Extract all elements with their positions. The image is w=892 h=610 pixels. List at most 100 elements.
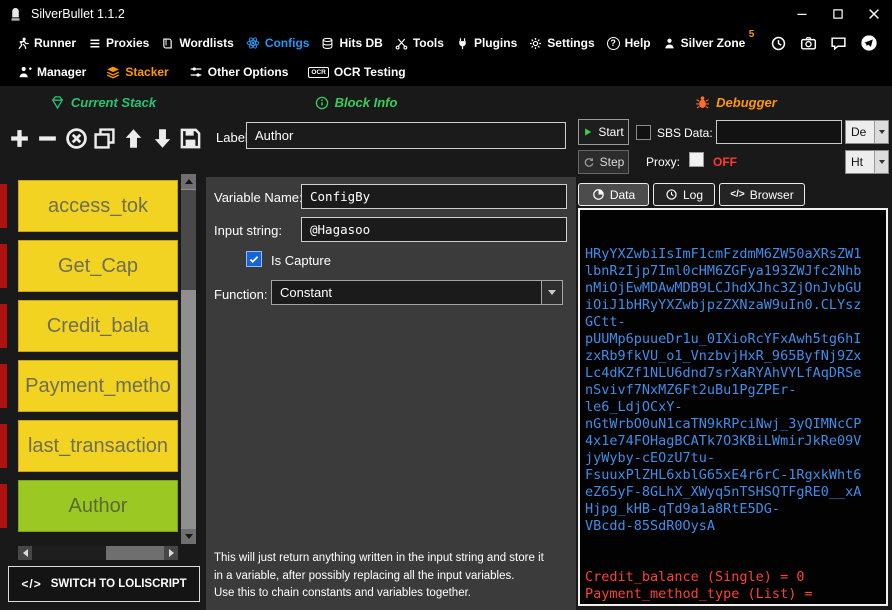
variable-name-input[interactable]	[301, 184, 567, 209]
menu-item-label: Runner	[34, 36, 76, 50]
menu-item-proxies[interactable]: Proxies	[82, 28, 155, 58]
stack-block[interactable]: Get_Cap	[18, 240, 178, 292]
block-indicator	[0, 484, 7, 528]
minus-icon	[36, 127, 59, 150]
menu-item-wordlists[interactable]: Wordlists	[155, 28, 239, 58]
menu-icon-cluster	[765, 30, 882, 56]
menu-item-label: Hits DB	[339, 36, 382, 50]
user-icon	[663, 37, 676, 50]
menu-item-configs[interactable]: Configs	[240, 28, 316, 58]
save-config-button[interactable]	[178, 122, 204, 154]
close-button[interactable]	[856, 0, 892, 28]
input-string-input[interactable]	[301, 217, 567, 242]
switch-button-label: SWITCH TO LOLISCRIPT	[51, 578, 187, 590]
debugger-tab-data[interactable]: Data	[578, 183, 649, 206]
scroll-right-button[interactable]	[164, 546, 178, 560]
is-capture-checkbox[interactable]	[246, 251, 262, 267]
proxy-type-select[interactable]: Ht	[845, 150, 889, 174]
block-label: last_transaction	[28, 435, 168, 458]
label-input[interactable]	[246, 122, 566, 149]
start-button[interactable]: Start	[578, 119, 629, 145]
tab-label: Data	[610, 188, 635, 202]
code-icon: </>	[21, 577, 41, 591]
vertical-scroll-thumb[interactable]	[181, 190, 196, 290]
block-info-header: Block Info	[206, 95, 506, 110]
clock-history-icon	[665, 188, 678, 201]
clone-block-button[interactable]	[92, 122, 118, 154]
stack-vertical-scrollbar[interactable]	[181, 174, 196, 544]
save-icon	[179, 127, 202, 150]
tab-label: Other Options	[208, 65, 289, 79]
bug-icon	[695, 95, 710, 110]
step-label: Step	[600, 155, 625, 169]
tab-ocr-testing[interactable]: OCR OCR Testing	[300, 58, 413, 86]
tab-other-options[interactable]: Other Options	[181, 58, 297, 86]
menu-item-hits-db[interactable]: Hits DB	[315, 28, 388, 58]
proxy-checkbox[interactable]	[689, 152, 704, 167]
menu-item-plugins[interactable]: Plugins	[450, 28, 523, 58]
add-block-button[interactable]	[6, 122, 32, 154]
stack-block[interactable]: access_tok	[18, 180, 178, 232]
block-label: Credit_bala	[47, 315, 149, 338]
maximize-button[interactable]	[820, 0, 856, 28]
debug-data-input[interactable]	[716, 120, 842, 144]
stack-block[interactable]: Credit_bala	[18, 300, 178, 352]
tab-manager[interactable]: Manager	[10, 58, 94, 86]
start-label: Start	[598, 125, 623, 139]
move-up-button[interactable]	[121, 122, 147, 154]
history-icon	[770, 35, 787, 52]
wordlist-type-select[interactable]: De	[845, 120, 889, 144]
chat-button[interactable]	[825, 30, 852, 56]
move-down-button[interactable]	[149, 122, 175, 154]
history-button[interactable]	[765, 30, 792, 56]
menu-item-help[interactable]: ? Help	[601, 28, 657, 58]
block-info-title: Block Info	[335, 95, 398, 110]
menu-item-label: Plugins	[474, 36, 517, 50]
function-caption: Function:	[214, 287, 267, 302]
menu-item-settings[interactable]: Settings	[523, 28, 600, 58]
menu-item-tools[interactable]: Tools	[389, 28, 450, 58]
proxy-status-badge: OFF	[713, 155, 737, 169]
data-caption: Data:	[684, 126, 713, 140]
menu-item-label: Wordlists	[179, 36, 233, 50]
scroll-up-button[interactable]	[181, 174, 196, 189]
step-button[interactable]: Step	[578, 150, 629, 174]
copy-icon	[93, 127, 116, 150]
sbs-checkbox[interactable]	[636, 125, 651, 140]
current-stack-header: Current Stack	[0, 95, 206, 110]
configs-atom-icon	[246, 36, 260, 50]
horizontal-scroll-thumb[interactable]	[32, 546, 106, 560]
screenshot-button[interactable]	[795, 30, 822, 56]
stack-horizontal-scrollbar[interactable]	[18, 546, 178, 560]
disable-block-button[interactable]	[63, 122, 89, 154]
database-icon	[321, 37, 334, 50]
menu-item-silver-zone[interactable]: Silver Zone 5	[657, 28, 752, 58]
triangle-down-icon	[185, 534, 193, 539]
camera-icon	[800, 35, 817, 52]
switch-to-loliscript-button[interactable]: </> SWITCH TO LOLISCRIPT	[8, 566, 200, 602]
app-window: SilverBullet 1.1.2 Runner Proxies Wordli…	[0, 0, 892, 610]
function-select[interactable]: Constant	[271, 280, 563, 305]
notification-badge: 5	[749, 29, 755, 40]
chevron-down-icon	[879, 160, 885, 164]
debugger-tab-log[interactable]: Log	[653, 183, 715, 206]
stack-block[interactable]: last_transaction	[18, 420, 178, 472]
window-controls	[784, 0, 892, 28]
step-icon	[583, 156, 595, 168]
remove-block-button[interactable]	[35, 122, 61, 154]
scroll-down-button[interactable]	[181, 529, 196, 544]
debugger-tab-browser[interactable]: </> Browser	[719, 183, 805, 206]
menu-item-label: Tools	[413, 36, 444, 50]
debugger-log-area[interactable]: HRyYXZwbiIsImF1cmFzdmM6ZW50aXRsZW1 lbnRz…	[578, 208, 888, 606]
block-indicator	[0, 424, 7, 468]
menu-item-runner[interactable]: Runner	[10, 28, 82, 58]
scissors-icon	[395, 37, 408, 50]
tab-label: Manager	[37, 65, 86, 79]
telegram-button[interactable]	[855, 30, 882, 56]
triangle-up-icon	[185, 179, 193, 184]
scroll-left-button[interactable]	[18, 546, 32, 560]
stack-block[interactable]: Payment_metho	[18, 360, 178, 412]
stack-block-selected[interactable]: Author	[18, 480, 178, 532]
minimize-button[interactable]	[784, 0, 820, 28]
tab-stacker[interactable]: Stacker	[98, 58, 176, 86]
